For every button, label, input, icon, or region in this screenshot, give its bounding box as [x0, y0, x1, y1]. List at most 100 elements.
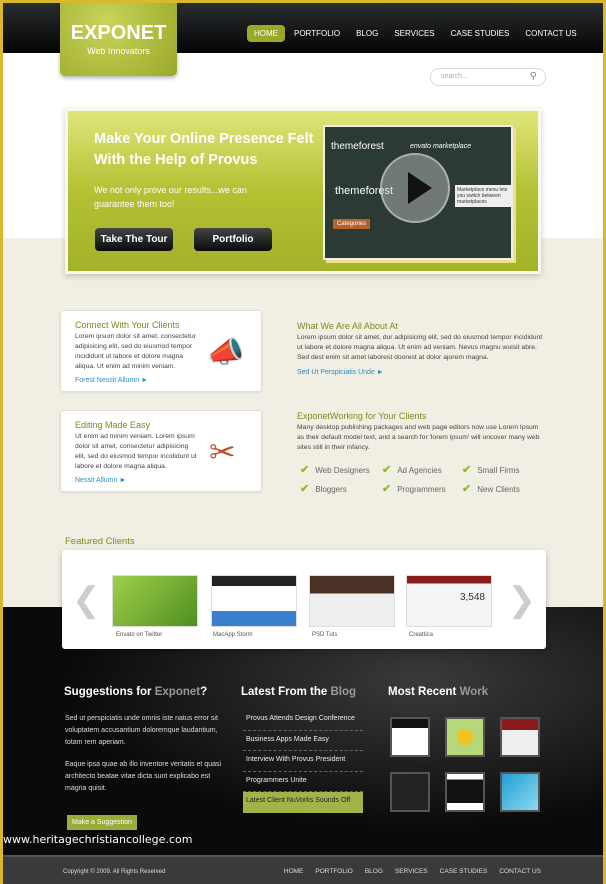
client-caption: Envato on Twitter [116, 632, 163, 638]
blog-item[interactable]: Interview With Provus President [243, 751, 363, 772]
client-thumb[interactable] [309, 575, 395, 627]
feature-box: Editing Made Easy Ut enim ad minim venia… [60, 410, 262, 492]
title-text: Most Recent [388, 686, 460, 698]
title-accent: Work [459, 686, 489, 698]
play-icon[interactable] [380, 153, 450, 223]
work-thumb[interactable] [500, 717, 540, 757]
footer-nav-portfolio[interactable]: PORTFOLIO [315, 868, 352, 875]
nav-portfolio[interactable]: PORTFOLIO [287, 25, 347, 42]
client-thumb[interactable] [112, 575, 198, 627]
nav-case-studies[interactable]: CASE STUDIES [444, 25, 517, 42]
nav-contact[interactable]: CONTACT US [518, 25, 583, 42]
check-icon: ✔ [382, 464, 392, 476]
take-tour-button[interactable]: Take The Tour [95, 228, 173, 251]
about-text: Lorem ipsum dolor sit amet, dur adipisic… [297, 334, 543, 361]
work-thumb[interactable] [500, 772, 540, 812]
about-link[interactable]: Sed Ut Perspiciatis Unde ► [297, 369, 547, 376]
nav-blog[interactable]: BLOG [349, 25, 385, 42]
check-label: New Clients [477, 485, 520, 494]
box-title: Editing Made Easy [75, 420, 151, 430]
video-logo-2: envato marketplace [410, 143, 472, 150]
watermark: www.heritagechristiancollege.com [3, 833, 193, 846]
check-label: Web Designers [315, 466, 370, 475]
work-title: Most Recent Work [388, 686, 488, 698]
suggestions-text: Sed ut perspiciatis unde omnis iste natu… [65, 713, 225, 795]
footer-nav-contact[interactable]: CONTACT US [499, 868, 541, 875]
check-icon: ✔ [300, 483, 310, 495]
working-title: ExponetWorking for Your Clients [297, 411, 427, 421]
copyright: Copyright © 2009. All Rights Reserved [63, 869, 166, 875]
check-icon: ✔ [462, 483, 472, 495]
client-thumb[interactable]: 3,548 [406, 575, 492, 627]
box-text: Ut enim ad minim veniam. Lorem ipsum dol… [75, 433, 197, 470]
check-item: ✔ Small Firms [462, 463, 542, 476]
nav-services[interactable]: SERVICES [387, 25, 441, 42]
title-accent: Exponet [154, 686, 201, 698]
video-preview[interactable]: themeforest envato marketplace themefore… [323, 125, 513, 260]
search-placeholder: search... [441, 73, 468, 80]
video-tooltip: Marketplace menu lets you switch between… [455, 185, 511, 207]
logo-tagline: Web Innovators [87, 46, 150, 56]
check-label: Small Firms [477, 466, 520, 475]
check-icon: ✔ [382, 483, 392, 495]
footer-nav: HOME PORTFOLIO BLOG SERVICES CASE STUDIE… [284, 868, 541, 875]
check-label: Bloggers [315, 485, 347, 494]
box-title: Connect With Your Clients [75, 320, 180, 330]
hero-banner: Make Your Online Presence Felt With the … [65, 108, 541, 274]
blog-item[interactable]: Business Apps Made Easy [243, 731, 363, 751]
footer-nav-services[interactable]: SERVICES [395, 868, 428, 875]
logo[interactable]: EXPONET Web Innovators [60, 3, 177, 76]
suggestions-title: Suggestions for Exponet? [64, 686, 207, 698]
footer-nav-home[interactable]: HOME [284, 868, 304, 875]
footer: Copyright © 2009. All Rights Reserved HO… [3, 855, 603, 884]
blog-list: Provus Attends Design Conference Busines… [243, 710, 363, 813]
chevron-left-icon[interactable]: ❮ [72, 580, 101, 620]
client-caption: Creattica [409, 632, 434, 638]
check-label: Ad Agencies [397, 466, 442, 475]
check-item: ✔ Ad Agencies [382, 463, 462, 476]
featured-title: Featured Clients [65, 536, 135, 547]
portfolio-button[interactable]: Portfolio [194, 228, 272, 251]
hero-subtitle: We not only prove our results...we can g… [94, 185, 247, 209]
about-title: What We Are All About At [297, 321, 398, 331]
footer-nav-blog[interactable]: BLOG [365, 868, 383, 875]
make-suggestion-button[interactable]: Make a Suggestion [67, 815, 137, 830]
blog-title: Latest From the Blog [241, 686, 356, 698]
title-text: Suggestions for [64, 686, 155, 698]
search-input[interactable]: search... ⚲ [430, 68, 546, 86]
title-text: ? [200, 686, 208, 698]
feature-box: Connect With Your Clients Lorem ipsum do… [60, 310, 262, 392]
blog-item[interactable]: Programmers Unite [243, 772, 363, 792]
work-grid [390, 717, 540, 812]
check-icon: ✔ [462, 464, 472, 476]
box-link[interactable]: Forest Nessit Allumn ► [75, 377, 148, 384]
main-nav: HOME PORTFOLIO BLOG SERVICES CASE STUDIE… [247, 25, 586, 42]
check-icon: ✔ [300, 464, 310, 476]
working-text: Many desktop publishing packages and web… [297, 424, 540, 451]
search-icon[interactable]: ⚲ [530, 71, 537, 82]
work-thumb[interactable] [390, 717, 430, 757]
check-item: ✔ New Clients [462, 482, 542, 495]
clients-carousel: ❮ ❯ 3,548 Envato on Twitter MacApp Storm… [62, 550, 546, 649]
client-counter: 3,548 [459, 592, 485, 603]
check-item: ✔ Web Designers [300, 463, 382, 476]
check-item: ✔ Programmers [382, 482, 462, 495]
check-label: Programmers [397, 485, 446, 494]
blog-item[interactable]: Provus Attends Design Conference [243, 710, 363, 731]
megaphone-icon: 📣 [207, 336, 245, 369]
footer-nav-case-studies[interactable]: CASE STUDIES [440, 868, 488, 875]
box-text: Lorem ipsum dolor sit amet, consectetur … [75, 333, 196, 370]
chevron-right-icon[interactable]: ❯ [508, 580, 537, 620]
paragraph: Eaque ipsa quae ab illo inventore verita… [65, 761, 222, 792]
page: EXPONET Web Innovators HOME PORTFOLIO BLO… [3, 3, 603, 884]
client-thumb[interactable] [211, 575, 297, 627]
check-list: ✔ Web Designers ✔ Ad Agencies ✔ Small Firms… [300, 463, 542, 495]
hero-title: Make Your Online Presence Felt With the … [94, 131, 314, 168]
box-link[interactable]: Nessit Allumn ► [75, 477, 126, 484]
work-thumb[interactable] [390, 772, 430, 812]
work-thumb[interactable] [445, 717, 485, 757]
work-thumb[interactable] [445, 772, 485, 812]
nav-home[interactable]: HOME [247, 25, 285, 42]
blog-item[interactable]: Latest Client NuVorks Sounds Off [243, 792, 363, 813]
video-category: Categories [333, 219, 371, 229]
